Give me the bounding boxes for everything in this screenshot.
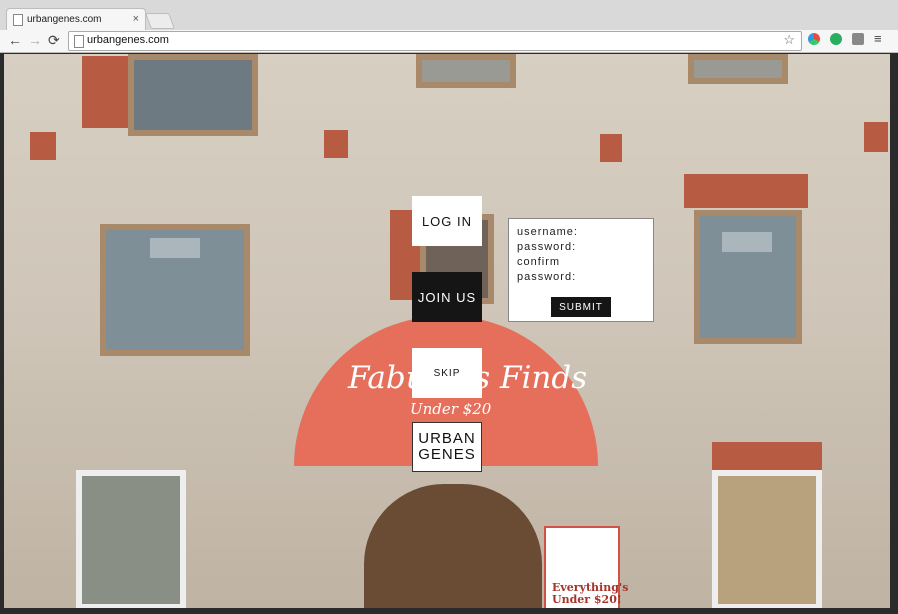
logo-line-1: URBAN [418, 430, 476, 447]
page-icon [74, 35, 84, 48]
password-label[interactable]: password: [517, 240, 645, 255]
skip-button[interactable]: SKIP [412, 348, 482, 398]
tab-strip: urbangenes.com × [0, 0, 898, 31]
wall-bracket [600, 134, 622, 162]
browser-toolbar: ← → ⟳ urbangenes.com ☆ ≡ [0, 30, 898, 52]
brick-patch [82, 56, 128, 128]
wall-bracket [30, 132, 56, 160]
brick-patch [712, 442, 822, 472]
tab-urbangenes[interactable]: urbangenes.com × [6, 8, 146, 31]
wall-bracket [864, 122, 888, 152]
upper-shutter [416, 54, 516, 88]
login-button[interactable]: LOG IN [412, 196, 482, 246]
extension-green-icon[interactable] [830, 33, 842, 45]
browser-chrome: urbangenes.com × ← → ⟳ urbangenes.com ☆ … [0, 0, 898, 53]
submit-button[interactable]: SUBMIT [551, 297, 611, 317]
urban-genes-logo[interactable]: URBAN GENES [412, 422, 482, 472]
left-door [76, 470, 186, 608]
bookmark-star-icon[interactable]: ☆ [783, 32, 795, 48]
new-tab-button[interactable] [145, 13, 175, 29]
awning-subtext: Under $20 [410, 400, 492, 418]
forward-icon[interactable]: → [28, 32, 42, 48]
extension-color-icon[interactable] [808, 33, 820, 45]
logo-line-2: GENES [418, 446, 476, 463]
page-icon [13, 14, 23, 26]
upper-shutter [688, 54, 788, 84]
left-window [100, 224, 250, 356]
close-tab-icon[interactable]: × [133, 13, 139, 25]
username-label[interactable]: username: [517, 225, 645, 240]
brick-patch [684, 174, 808, 208]
extension-puzzle-icon[interactable] [852, 33, 864, 45]
store-sign: Everything's Under $20! [544, 526, 628, 608]
join-form: username: password: confirm password: SU… [508, 218, 654, 322]
back-icon[interactable]: ← [8, 32, 22, 48]
right-door [712, 470, 822, 608]
right-window [694, 210, 802, 344]
sign-line-2: Under $20! [552, 593, 622, 606]
join-us-button[interactable]: JOIN US [412, 272, 482, 322]
url-text: urbangenes.com [87, 34, 169, 46]
menu-icon[interactable]: ≡ [874, 31, 882, 46]
tab-title: urbangenes.com [27, 14, 102, 25]
upper-window [128, 54, 258, 136]
page-viewport: Fabulous Finds Under $20 Everything's Un… [4, 54, 890, 608]
wall-bracket [324, 130, 348, 158]
confirm-password-label-1[interactable]: confirm [517, 255, 645, 270]
address-bar[interactable]: urbangenes.com ☆ [68, 31, 802, 51]
reload-icon[interactable]: ⟳ [48, 32, 60, 49]
confirm-password-label-2[interactable]: password: [517, 270, 645, 285]
